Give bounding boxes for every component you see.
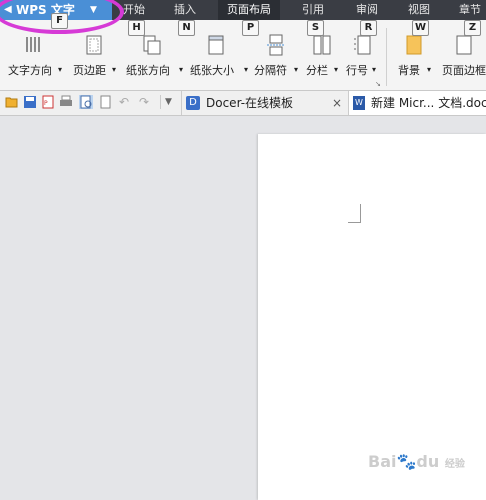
line-numbers-label: 行号 [346,64,368,77]
doc-tab-docer[interactable]: D Docer-在线模板 × [181,91,345,115]
preview-icon[interactable] [99,95,113,109]
orientation-label: 纸张方向 [126,64,170,77]
margins-icon [86,35,102,55]
breaks-label: 分隔符 [254,64,287,77]
tab-view[interactable]: 视图 [396,0,442,20]
watermark-paw-icon: 🐾 [396,452,417,471]
watermark-text: Bai [368,452,397,471]
background-icon [406,35,422,55]
keytip-review: R [360,20,377,36]
page-border-icon [456,35,472,55]
page-border-label: 页面边框 [442,64,486,77]
chevron-down-icon: ▾ [244,65,249,74]
open-folder-icon[interactable] [5,95,19,109]
tab-chapter[interactable]: 章节 [450,0,486,20]
tab-references[interactable]: 引用 [290,0,336,20]
margins-label: 页边距 [73,64,106,77]
text-direction-label: 文字方向 [8,64,52,77]
close-icon[interactable]: × [332,91,342,115]
orientation-icon [143,35,161,55]
doc-tab-docer-label: Docer-在线模板 [206,96,294,110]
keytip-home: H [128,20,145,36]
print-preview-icon[interactable] [79,95,93,109]
doc-tab-new-document[interactable]: W 新建 Micr... 文档.doc [348,91,486,115]
tab-insert[interactable]: 插入 [162,0,208,20]
chevron-down-icon: ▾ [334,65,339,74]
doc-tab-new-document-label: 新建 Micr... 文档.doc [371,96,486,110]
redo-icon[interactable]: ↷ [139,95,153,109]
document-page[interactable] [258,134,486,500]
keytip-insert: N [178,20,195,36]
background-label: 背景 [398,64,420,77]
quick-access-toolbar: P ↶ ↷ ▼ D Docer-在线模板 × W 新建 Micr... 文档.d… [0,91,486,116]
paper-size-icon [208,35,224,55]
keytip-chapter: Z [464,20,481,36]
divider [386,28,387,86]
breaks-icon [267,34,285,56]
tab-review[interactable]: 审阅 [344,0,390,20]
print-icon[interactable] [59,95,73,109]
docer-logo-icon: D [186,96,200,110]
chevron-down-icon: ▾ [112,65,117,74]
margin-corner-mark [348,204,361,223]
watermark-tail: du [416,452,440,471]
line-numbers-icon [354,35,371,55]
export-pdf-icon[interactable]: P [41,95,55,109]
customize-toolbar-icon[interactable]: ▼ [160,95,179,109]
chevron-down-icon: ▾ [427,65,432,74]
chevron-down-icon: ▾ [179,65,184,74]
chevron-down-icon: ▾ [294,65,299,74]
word-doc-icon: W [353,96,365,110]
svg-text:P: P [44,100,48,107]
chevron-down-icon: ▾ [372,65,377,74]
keytip-view: W [412,20,429,36]
document-workspace [0,116,486,500]
columns-icon [313,35,331,55]
chevron-down-icon: ▾ [58,65,63,74]
keytip-references: S [307,20,324,36]
dialog-launcher-icon[interactable]: ↘ [375,80,381,88]
tab-page-layout[interactable]: 页面布局 [218,0,280,20]
watermark: Bai🐾du 经验 [368,452,465,471]
watermark-sub: 经验 [444,459,465,470]
paper-size-label: 纸张大小 [190,64,234,77]
text-direction-icon [26,37,40,52]
paper-size-button[interactable]: 纸张大小 ▾ [188,20,250,90]
undo-icon[interactable]: ↶ [119,95,133,109]
keytip-page-layout: P [242,20,259,36]
columns-label: 分栏 [306,64,328,77]
save-icon[interactable] [23,95,37,109]
breaks-button[interactable]: 分隔符 ▾ [252,20,302,90]
